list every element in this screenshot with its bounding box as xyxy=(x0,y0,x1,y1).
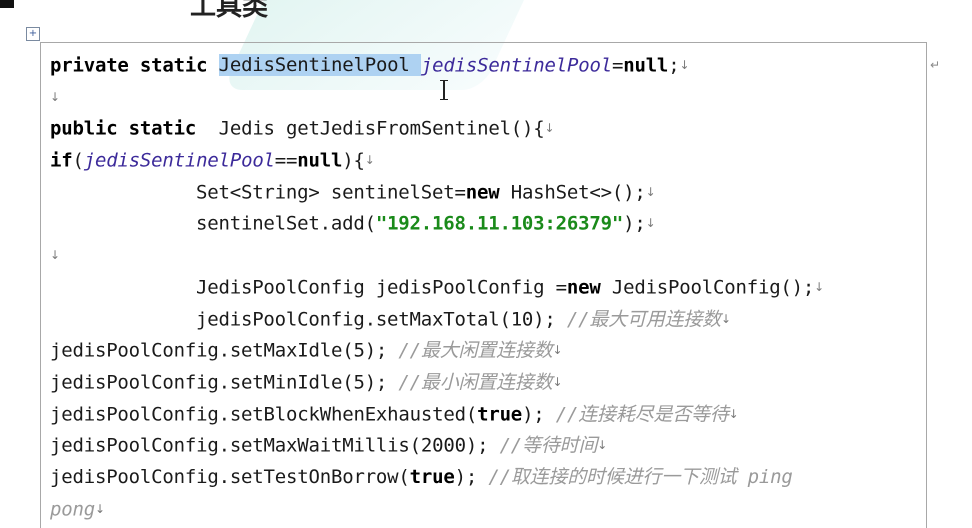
code-text: jedisPoolConfig.setTestOnBorrow( xyxy=(50,465,410,488)
line-break-mark: ↓ xyxy=(645,216,656,231)
code-line-3: public static Jedis getJedisFromSentinel… xyxy=(50,113,824,145)
code-line-14: jedisPoolConfig.setTestOnBorrow(true); /… xyxy=(50,462,824,494)
code-line-1: private static JedisSentinelPool jedisSe… xyxy=(50,50,824,82)
code-line-13: jedisPoolConfig.setMaxWaitMillis(2000); … xyxy=(50,430,824,462)
line-break-mark: ↓ xyxy=(679,58,690,72)
code-text: HashSet<>(); xyxy=(499,181,646,204)
line-break-mark: ↓ xyxy=(544,121,555,136)
code-text: Set<String> sentinelSet= xyxy=(196,181,466,204)
code-line-11: jedisPoolConfig.setMinIdle(5); //最小闲置连接数… xyxy=(50,367,824,399)
field-name: jedisSentinelPool xyxy=(420,54,612,77)
code-text: sentinelSet.add( xyxy=(196,212,376,235)
comment: //等待时间 xyxy=(499,434,598,457)
line-break-mark: ↓ xyxy=(720,311,731,326)
keyword: public static xyxy=(50,117,208,140)
line-break-mark: ↓ xyxy=(552,374,563,389)
code-text: ); xyxy=(522,402,556,425)
keyword: new xyxy=(465,181,500,204)
code-text: ); xyxy=(623,212,646,235)
code-text: jedisPoolConfig.setMaxWaitMillis(2000); xyxy=(50,434,500,457)
line-break-mark: ↓ xyxy=(50,89,60,104)
code-line-8: JedisPoolConfig jedisPoolConfig =new Jed… xyxy=(50,272,824,304)
code-text: Jedis getJedisFromSentinel(){ xyxy=(207,117,545,140)
line-break-mark: ↓ xyxy=(364,153,375,168)
operator: == xyxy=(274,149,298,172)
code-line-2: ↓ xyxy=(50,82,824,114)
code-text: jedisPoolConfig.setMaxIdle(5); xyxy=(50,339,399,362)
code-block[interactable]: private static JedisSentinelPool jedisSe… xyxy=(50,50,824,525)
keyword: null xyxy=(297,149,343,172)
line-break-mark: ↓ xyxy=(94,501,105,516)
comment: //最大闲置连接数 xyxy=(398,339,553,362)
semicolon: ; xyxy=(668,54,680,77)
selected-text[interactable]: JedisSentinelPool xyxy=(218,54,421,77)
code-line-15: pong↓ xyxy=(50,494,824,526)
heading-fragment: 工具类 xyxy=(190,0,269,22)
code-line-10: jedisPoolConfig.setMaxIdle(5); //最大闲置连接数… xyxy=(50,335,824,367)
line-break-mark: ↓ xyxy=(552,343,563,358)
line-break-mark: ↓ xyxy=(50,248,60,263)
line-break-mark: ↓ xyxy=(814,279,825,294)
code-text: JedisPoolConfig(); xyxy=(600,276,815,299)
field-name: jedisSentinelPool xyxy=(83,149,275,172)
code-text: jedisPoolConfig.setBlockWhenExhausted( xyxy=(50,402,478,425)
keyword: true xyxy=(409,465,455,488)
heading-fragment-mark xyxy=(0,0,14,8)
code-text: ); xyxy=(454,465,489,488)
code-line-9: jedisPoolConfig.setMaxTotal(10); //最大可用连… xyxy=(50,304,824,336)
line-break-mark: ↓ xyxy=(597,438,608,453)
line-break-mark: ↓ xyxy=(728,406,739,421)
keyword: null xyxy=(623,54,669,77)
code-line-6: sentinelSet.add("192.168.11.103:26379");… xyxy=(50,208,824,240)
keyword: new xyxy=(566,276,601,299)
comment: //连接耗尽是否等待 xyxy=(555,402,729,425)
comment: //取连接的时候进行一下测试 ping xyxy=(488,465,793,488)
keyword: private static xyxy=(50,54,219,77)
keyword: if xyxy=(50,149,73,172)
comment: //最小闲置连接数 xyxy=(398,371,553,394)
comment: pong xyxy=(50,497,95,520)
code-text: JedisPoolConfig jedisPoolConfig = xyxy=(196,276,567,299)
table-move-handle-icon[interactable]: + xyxy=(26,27,40,41)
line-break-mark: ↓ xyxy=(645,184,656,199)
keyword: true xyxy=(477,402,523,425)
paragraph-mark-icon: ↵ xyxy=(930,58,941,72)
text-cursor-icon xyxy=(439,80,449,100)
code-text: ){ xyxy=(342,149,365,172)
string-literal: "192.168.11.103:26379" xyxy=(375,212,624,235)
code-text: jedisPoolConfig.setMinIdle(5); xyxy=(50,371,399,394)
code-text: ( xyxy=(72,149,84,172)
code-line-5: Set<String> sentinelSet=new HashSet<>();… xyxy=(50,177,824,209)
operator: = xyxy=(611,54,624,77)
code-line-4: if(jedisSentinelPool==null){↓ xyxy=(50,145,824,177)
comment: //最大可用连接数 xyxy=(566,307,721,330)
code-line-12: jedisPoolConfig.setBlockWhenExhausted(tr… xyxy=(50,399,824,431)
code-text: jedisPoolConfig.setMaxTotal(10); xyxy=(196,307,567,330)
code-line-7: ↓ xyxy=(50,240,824,272)
